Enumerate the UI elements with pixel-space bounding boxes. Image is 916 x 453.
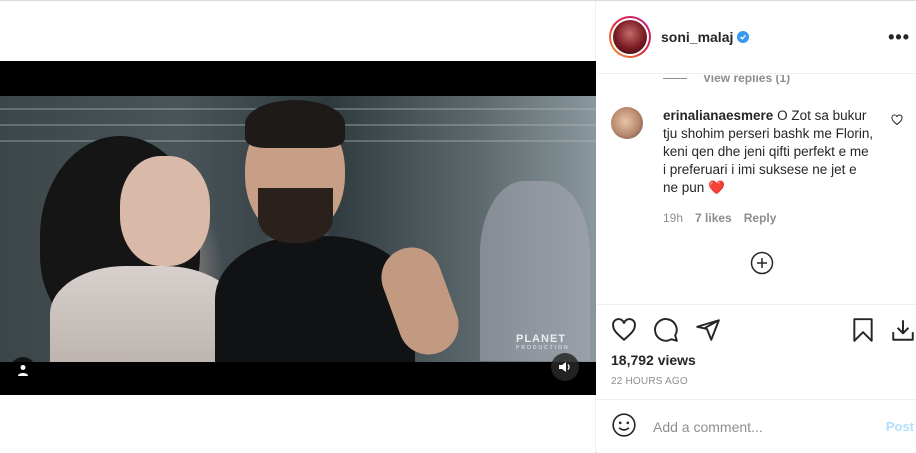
more-horizontal-icon[interactable]: ••• bbox=[888, 27, 910, 48]
post-container: PLANET PRODUCTION soni_malaj ••• View re… bbox=[0, 0, 916, 453]
action-bar: 18,792 views 22 HOURS AGO bbox=[597, 304, 916, 412]
watermark-brand: PLANET bbox=[516, 333, 566, 345]
reply-button[interactable]: Reply bbox=[744, 211, 777, 225]
comment-icon[interactable] bbox=[653, 317, 679, 348]
commenter-username[interactable]: erinalianaesmere bbox=[663, 108, 773, 123]
download-icon[interactable] bbox=[890, 317, 916, 348]
view-replies-label: View replies (1) bbox=[703, 75, 791, 85]
comment-like-heart-icon[interactable] bbox=[891, 113, 903, 131]
smiley-icon[interactable] bbox=[611, 412, 637, 443]
woman-face bbox=[120, 156, 210, 266]
post-comment-button[interactable]: Post bbox=[886, 419, 914, 434]
user-tag-icon[interactable] bbox=[10, 357, 36, 383]
comment-likes[interactable]: 7 likes bbox=[695, 211, 732, 225]
video-watermark: PLANET PRODUCTION bbox=[516, 333, 570, 351]
watermark-sub: PRODUCTION bbox=[516, 345, 570, 351]
man-shirt bbox=[215, 236, 415, 362]
heart-emoji: ❤️ bbox=[708, 180, 725, 195]
side-panel: soni_malaj ••• View replies (1) erinalia… bbox=[597, 1, 916, 453]
avatar[interactable] bbox=[609, 16, 651, 58]
comment-age: 19h bbox=[663, 211, 684, 225]
man-hair bbox=[245, 100, 345, 148]
verified-badge-icon bbox=[737, 31, 750, 43]
commenter-avatar[interactable] bbox=[611, 107, 643, 139]
username[interactable]: soni_malaj bbox=[661, 29, 733, 45]
video-frame bbox=[0, 96, 596, 362]
woman-dress bbox=[50, 266, 240, 362]
media-panel: PLANET PRODUCTION bbox=[0, 1, 596, 453]
comment-body: erinalianaesmere O Zot sa bukur tju shoh… bbox=[663, 107, 875, 197]
bookmark-icon[interactable] bbox=[850, 317, 876, 348]
comment-meta: 19h 7 likes Reply bbox=[663, 211, 776, 225]
post-header: soni_malaj ••• bbox=[597, 1, 916, 74]
comment-input[interactable] bbox=[653, 419, 873, 435]
send-icon[interactable] bbox=[695, 317, 721, 348]
comments-list: View replies (1) erinalianaesmere O Zot … bbox=[597, 75, 916, 304]
speaker-icon[interactable] bbox=[551, 353, 579, 381]
video-player[interactable]: PLANET PRODUCTION bbox=[0, 61, 596, 395]
avatar-image bbox=[613, 20, 647, 54]
post-timestamp: 22 HOURS AGO bbox=[611, 376, 688, 387]
view-replies-button[interactable]: View replies (1) bbox=[663, 75, 790, 85]
heart-icon[interactable] bbox=[611, 317, 637, 348]
view-count[interactable]: 18,792 views bbox=[611, 352, 696, 368]
add-comment-bar: Post bbox=[597, 399, 916, 453]
plus-circle-icon[interactable] bbox=[750, 251, 774, 275]
man-beard bbox=[258, 188, 333, 243]
